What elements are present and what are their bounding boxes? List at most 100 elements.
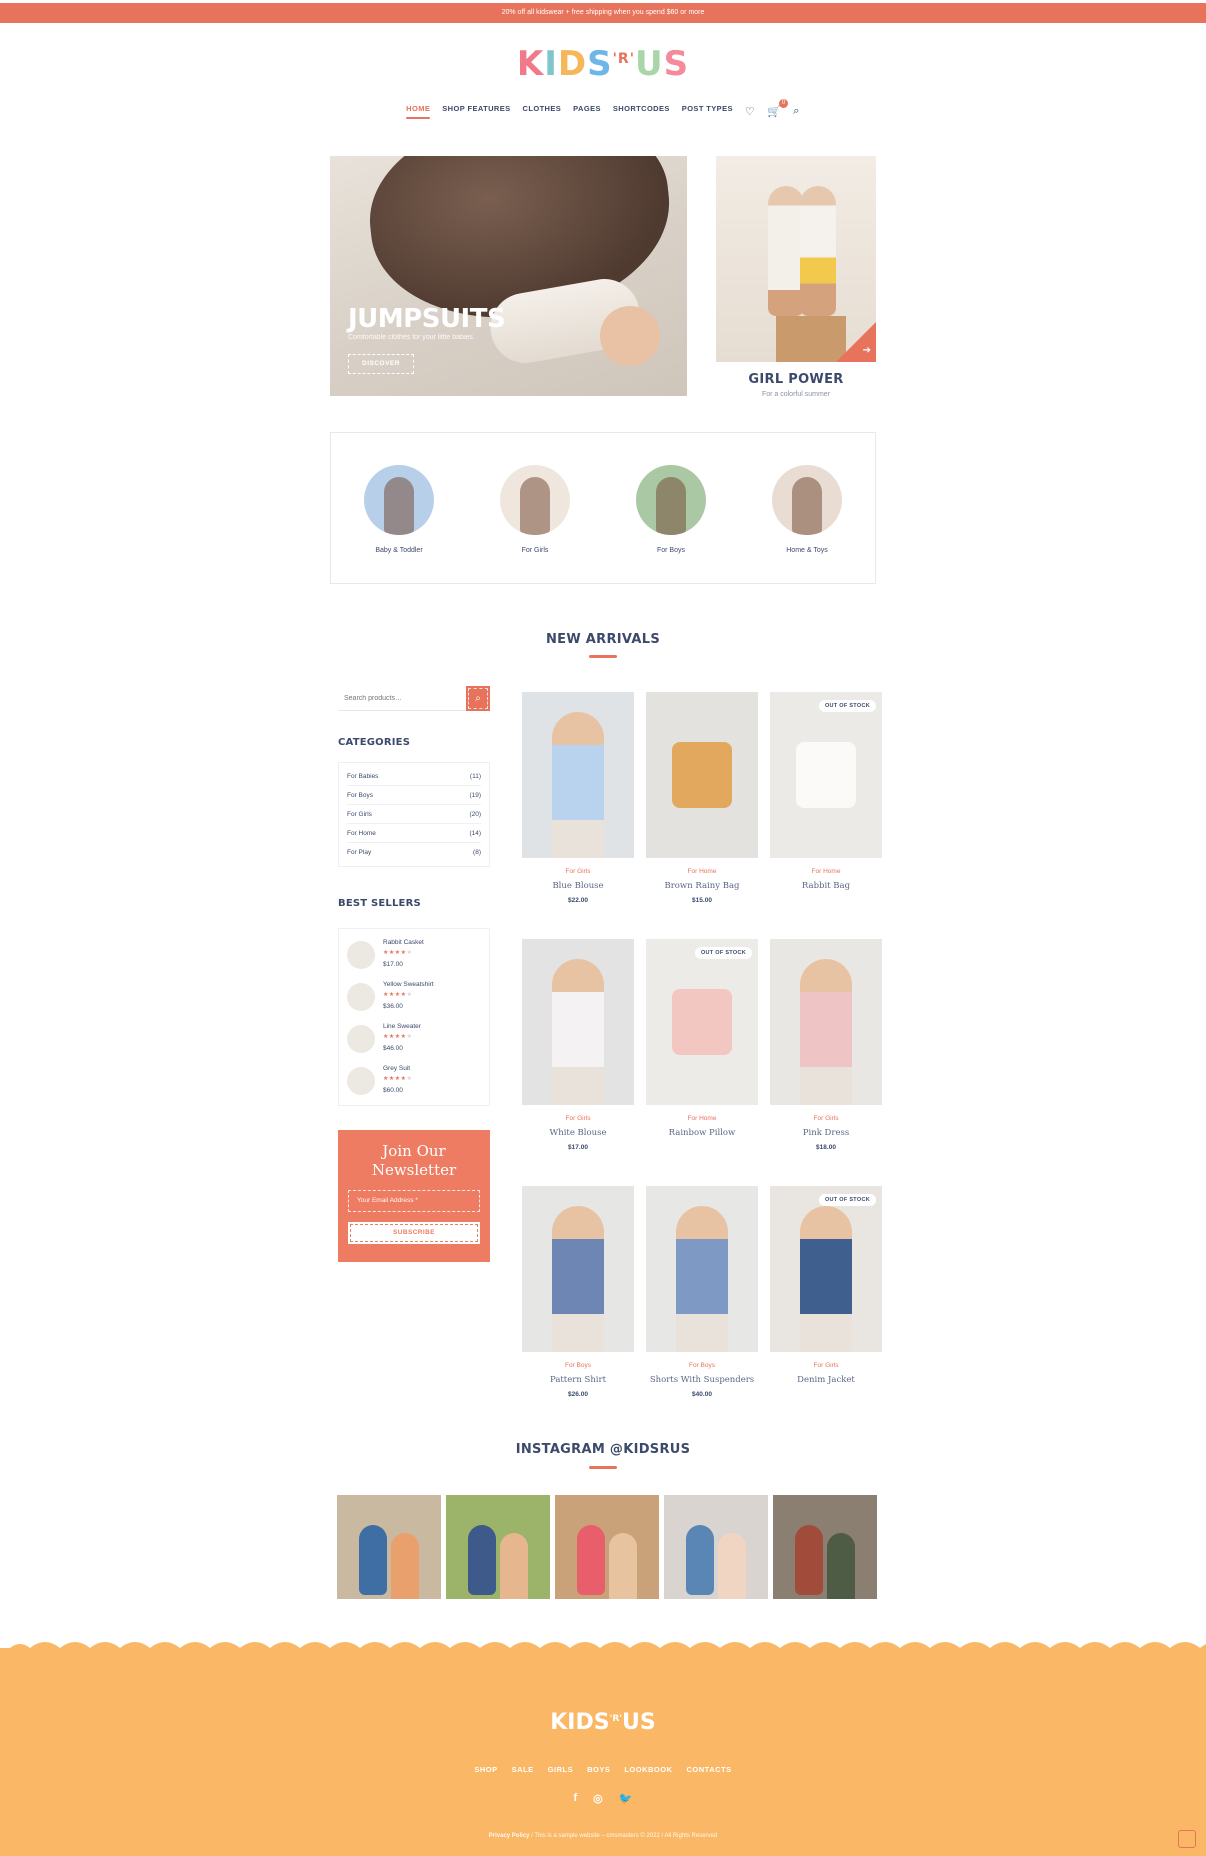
product-card[interactable]: For Girls White Blouse $17.00 [522,939,634,1151]
best-seller-item[interactable]: Rabbit Casket ★★★★★ $17.00 [347,937,481,979]
category-name[interactable]: For Home [347,824,376,842]
product-category[interactable]: For Girls [522,1115,634,1122]
product-name[interactable]: Brown Rainy Bag [646,881,758,891]
instagram-icon[interactable]: ◎ [593,1792,603,1805]
arrow-right-icon[interactable]: ➔ [863,345,871,356]
product-name[interactable]: Shorts With Suspenders [646,1375,758,1385]
product-image[interactable] [522,1186,634,1352]
product-name[interactable]: Blue Blouse [522,881,634,891]
email-field[interactable]: Your Email Address * [348,1190,480,1212]
product-name[interactable]: Grey Suit [383,1063,412,1074]
product-name[interactable]: Rainbow Pillow [646,1128,758,1138]
product-image[interactable]: OUT OF STOCK [770,1186,882,1352]
product-name[interactable]: Rabbit Casket [383,937,424,948]
instagram-photo[interactable] [773,1495,877,1599]
instagram-photo[interactable] [664,1495,768,1599]
product-image[interactable] [646,692,758,858]
category-link[interactable]: For Boys (19) [347,786,481,805]
product-image[interactable]: OUT OF STOCK [646,939,758,1105]
hero-banner[interactable]: JUMPSUITS Comfortable clothes for your l… [330,156,687,396]
nav-item-shortcodes[interactable]: SHORTCODES [613,104,670,119]
product-category[interactable]: For Boys [646,1362,758,1369]
footer-link-boys[interactable]: BOYS [587,1765,610,1774]
nav-item-post-types[interactable]: POST TYPES [682,104,733,119]
product-thumbnail[interactable] [347,941,375,969]
product-card[interactable]: OUT OF STOCK For Home Rainbow Pillow [646,939,758,1138]
category-name[interactable]: For Babies [347,767,378,785]
category-image[interactable] [772,465,842,535]
footer-link-shop[interactable]: SHOP [474,1765,497,1774]
product-card[interactable]: OUT OF STOCK For Home Rabbit Bag [770,692,882,891]
grid-icon[interactable] [1178,1830,1196,1848]
category-link[interactable]: For Babies (11) [347,767,481,786]
product-category[interactable]: For Home [770,868,882,875]
category-label[interactable]: Home & Toys [752,547,862,554]
product-card[interactable]: OUT OF STOCK For Girls Denim Jacket [770,1186,882,1385]
category-image[interactable] [500,465,570,535]
product-card[interactable]: For Boys Pattern Shirt $26.00 [522,1186,634,1398]
instagram-photo[interactable] [337,1495,441,1599]
nav-item-shop-features[interactable]: SHOP FEATURES [442,104,510,119]
category-name[interactable]: For Boys [347,786,373,804]
best-seller-item[interactable]: Grey Suit ★★★★★ $60.00 [347,1063,481,1105]
product-card[interactable]: For Boys Shorts With Suspenders $40.00 [646,1186,758,1398]
search-input[interactable] [338,686,466,711]
footer-link-girls[interactable]: GIRLS [548,1765,573,1774]
category-image[interactable] [636,465,706,535]
discover-button[interactable]: DISCOVER [348,354,414,374]
category-link[interactable]: For Play (8) [347,843,481,862]
product-category[interactable]: For Girls [770,1362,882,1369]
product-name[interactable]: Rabbit Bag [770,881,882,891]
product-thumbnail[interactable] [347,983,375,1011]
product-category[interactable]: For Girls [770,1115,882,1122]
best-seller-item[interactable]: Yellow Sweatshirt ★★★★★ $36.00 [347,979,481,1021]
product-image[interactable] [522,692,634,858]
footer-link-sale[interactable]: SALE [512,1765,534,1774]
footer-link-lookbook[interactable]: LOOKBOOK [624,1765,672,1774]
category-card[interactable]: Baby & Toddler [344,465,454,554]
facebook-icon[interactable]: f [574,1792,578,1805]
product-card[interactable]: For Home Brown Rainy Bag $15.00 [646,692,758,904]
product-image[interactable] [646,1186,758,1352]
category-link[interactable]: For Home (14) [347,824,481,843]
site-logo[interactable]: KIDS'R'US [0,44,1206,84]
category-image[interactable] [364,465,434,535]
promo-card-image[interactable]: ➔ [716,156,876,362]
best-seller-item[interactable]: Line Sweater ★★★★★ $46.00 [347,1021,481,1063]
category-card[interactable]: Home & Toys [752,465,862,554]
product-category[interactable]: For Girls [522,868,634,875]
footer-link-contacts[interactable]: CONTACTS [687,1765,732,1774]
product-name[interactable]: White Blouse [522,1128,634,1138]
privacy-policy-link[interactable]: Privacy Policy [489,1833,530,1839]
twitter-icon[interactable]: 🐦 [619,1792,633,1805]
category-name[interactable]: For Play [347,843,371,862]
category-label[interactable]: For Boys [616,547,726,554]
product-card[interactable]: For Girls Blue Blouse $22.00 [522,692,634,904]
product-image[interactable] [770,939,882,1105]
product-name[interactable]: Pattern Shirt [522,1375,634,1385]
search-icon[interactable]: ⌕ [793,105,800,118]
nav-item-clothes[interactable]: CLOTHES [523,104,562,119]
product-name[interactable]: Yellow Sweatshirt [383,979,434,990]
category-card[interactable]: For Boys [616,465,726,554]
instagram-title[interactable]: INSTAGRAM @KIDSRUS [0,1442,1206,1457]
footer-logo[interactable]: KIDS'R'US [0,1710,1206,1735]
nav-item-pages[interactable]: PAGES [573,104,601,119]
product-category[interactable]: For Boys [522,1362,634,1369]
product-thumbnail[interactable] [347,1067,375,1095]
product-name[interactable]: Denim Jacket [770,1375,882,1385]
category-name[interactable]: For Girls [347,805,372,823]
product-image[interactable]: OUT OF STOCK [770,692,882,858]
cart-icon[interactable]: 🛒 0 [767,99,789,118]
category-card[interactable]: For Girls [480,465,590,554]
category-label[interactable]: For Girls [480,547,590,554]
product-image[interactable] [522,939,634,1105]
category-link[interactable]: For Girls (20) [347,805,481,824]
product-category[interactable]: For Home [646,868,758,875]
product-card[interactable]: For Girls Pink Dress $18.00 [770,939,882,1151]
subscribe-button[interactable]: SUBSCRIBE [348,1222,480,1244]
instagram-photo[interactable] [555,1495,659,1599]
product-name[interactable]: Line Sweater [383,1021,421,1032]
promo-title[interactable]: GIRL POWER [716,372,876,387]
product-name[interactable]: Pink Dress [770,1128,882,1138]
